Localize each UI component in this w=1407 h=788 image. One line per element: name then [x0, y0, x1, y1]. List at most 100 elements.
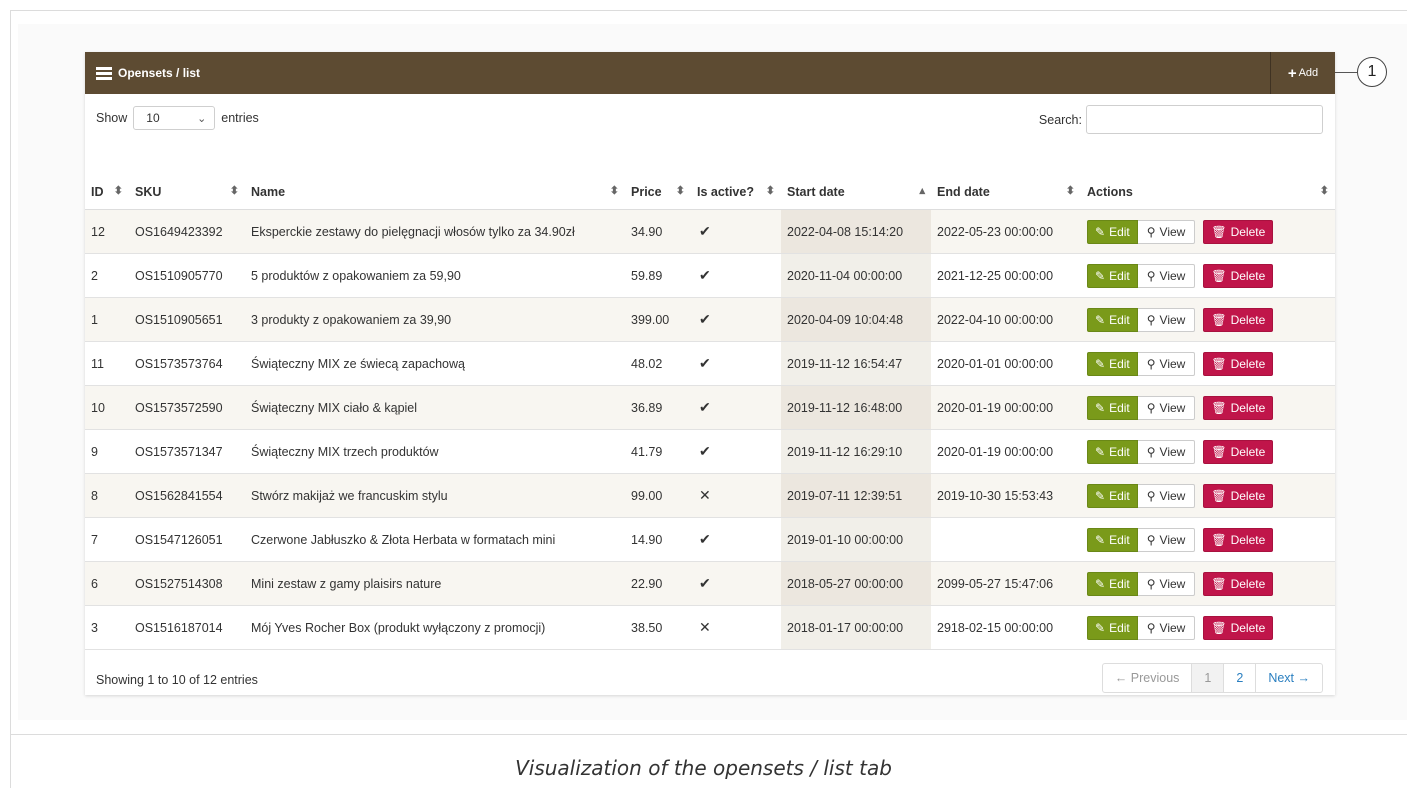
actions-cell: ✎ Edit ⚲ View 🗑 Delete — [1081, 429, 1335, 474]
view-button[interactable]: ⚲ View — [1137, 219, 1196, 244]
search-input[interactable] — [1086, 105, 1323, 134]
id-cell: 3 — [85, 605, 129, 650]
delete-button[interactable]: 🗑 Delete — [1203, 351, 1274, 376]
price-cell: 38.50 — [625, 605, 691, 650]
id-cell: 1 — [85, 297, 129, 342]
view-button[interactable]: ⚲ View — [1137, 439, 1196, 464]
trash-icon: 🗑 — [1211, 312, 1227, 327]
add-button[interactable]: + Add — [1270, 52, 1335, 94]
col-is-active-header[interactable]: Is active? ⬍ — [691, 174, 781, 210]
id-cell: 9 — [85, 429, 129, 474]
delete-button[interactable]: 🗑 Delete — [1203, 527, 1274, 552]
sort-icon: ⬍ — [609, 185, 619, 197]
delete-button[interactable]: 🗑 Delete — [1203, 571, 1274, 596]
col-sku-header[interactable]: SKU ⬍ — [129, 174, 245, 210]
delete-button[interactable]: 🗑 Delete — [1203, 615, 1274, 640]
table-row: 1 OS1510905651 3 produkty z opakowaniem za… — [85, 297, 1335, 342]
price-cell: 41.79 — [625, 429, 691, 474]
view-label: View — [1159, 620, 1186, 635]
sort-asc-icon: ▴ — [919, 185, 925, 197]
edit-button[interactable]: ✎ Edit — [1087, 263, 1138, 288]
start-date-cell: 2019-07-11 12:39:51 — [781, 473, 931, 518]
edit-button[interactable]: ✎ Edit — [1087, 439, 1138, 464]
actions-cell: ✎ Edit ⚲ View 🗑 Delete — [1081, 209, 1335, 254]
page-1-button[interactable]: 1 — [1191, 664, 1224, 692]
view-label: View — [1159, 268, 1186, 283]
start-date-cell: 2018-05-27 00:00:00 — [781, 561, 931, 606]
table-row: 7 OS1547126051 Czerwone Jabłuszko & Złota … — [85, 517, 1335, 562]
show-entries: Show 10 ⌄ entries — [96, 106, 259, 130]
view-button[interactable]: ⚲ View — [1137, 263, 1196, 288]
delete-button[interactable]: 🗑 Delete — [1203, 395, 1274, 420]
view-button[interactable]: ⚲ View — [1137, 571, 1196, 596]
panel-header: Opensets / list + Add — [85, 52, 1335, 94]
page-2-button[interactable]: 2 — [1223, 664, 1255, 692]
edit-button[interactable]: ✎ Edit — [1087, 527, 1138, 552]
view-button[interactable]: ⚲ View — [1137, 395, 1196, 420]
end-date-cell: 2021-12-25 00:00:00 — [931, 253, 1081, 298]
delete-label: Delete — [1230, 268, 1266, 283]
next-page-button[interactable]: Next → — [1255, 664, 1322, 692]
price-cell: 14.90 — [625, 517, 691, 562]
delete-label: Delete — [1230, 356, 1266, 371]
is-active-cell: ✔ — [691, 385, 781, 430]
col-name-label: Name — [251, 184, 286, 199]
actions-cell: ✎ Edit ⚲ View 🗑 Delete — [1081, 517, 1335, 562]
view-label: View — [1159, 312, 1186, 327]
name-cell: Mój Yves Rocher Box (produkt wyłączony z… — [245, 605, 625, 650]
col-name-header[interactable]: Name ⬍ — [245, 174, 625, 210]
delete-button[interactable]: 🗑 Delete — [1203, 439, 1274, 464]
delete-label: Delete — [1230, 488, 1266, 503]
edit-button[interactable]: ✎ Edit — [1087, 483, 1138, 508]
edit-button[interactable]: ✎ Edit — [1087, 307, 1138, 332]
table-row: 10 OS1573572590 Świąteczny MIX ciało & kąp… — [85, 385, 1335, 430]
pencil-icon: ✎ — [1095, 576, 1106, 591]
sort-icon: ⬍ — [1319, 185, 1329, 197]
price-cell: 399.00 — [625, 297, 691, 342]
delete-button[interactable]: 🗑 Delete — [1203, 483, 1274, 508]
col-start-date-header[interactable]: Start date ▴ — [781, 174, 931, 210]
price-cell: 99.00 — [625, 473, 691, 518]
delete-label: Delete — [1230, 400, 1266, 415]
col-id-label: ID — [91, 184, 104, 199]
col-price-header[interactable]: Price ⬍ — [625, 174, 691, 210]
panel-title: Opensets / list — [96, 66, 200, 80]
table-row: 3 OS1516187014 Mój Yves Rocher Box (produk… — [85, 605, 1335, 650]
sort-icon: ⬍ — [1065, 185, 1075, 197]
trash-icon: 🗑 — [1211, 268, 1227, 283]
view-button[interactable]: ⚲ View — [1137, 351, 1196, 376]
view-button[interactable]: ⚲ View — [1137, 527, 1196, 552]
sku-cell: OS1573572590 — [129, 385, 245, 430]
col-id-header[interactable]: ID ⬍ — [85, 174, 129, 210]
edit-button[interactable]: ✎ Edit — [1087, 351, 1138, 376]
actions-cell: ✎ Edit ⚲ View 🗑 Delete — [1081, 253, 1335, 298]
delete-button[interactable]: 🗑 Delete — [1203, 219, 1274, 244]
previous-page-button[interactable]: ← Previous — [1103, 664, 1192, 692]
edit-button[interactable]: ✎ Edit — [1087, 219, 1138, 244]
name-cell: Czerwone Jabłuszko & Złota Herbata w for… — [245, 517, 625, 562]
trash-icon: 🗑 — [1211, 400, 1227, 415]
edit-button[interactable]: ✎ Edit — [1087, 395, 1138, 420]
edit-button[interactable]: ✎ Edit — [1087, 615, 1138, 640]
edit-label: Edit — [1109, 268, 1130, 283]
start-date-cell: 2019-11-12 16:48:00 — [781, 385, 931, 430]
pagination: ← Previous 1 2 Next → — [1101, 663, 1323, 693]
edit-button[interactable]: ✎ Edit — [1087, 571, 1138, 596]
actions-cell: ✎ Edit ⚲ View 🗑 Delete — [1081, 605, 1335, 650]
table-header-row: ID ⬍ SKU ⬍ Name ⬍ Price ⬍ Is active? ⬍ Start date ▴… — [85, 174, 1335, 210]
entries-select[interactable]: 10 ⌄ — [133, 106, 216, 130]
delete-button[interactable]: 🗑 Delete — [1203, 263, 1274, 288]
col-actions-header[interactable]: Actions ⬍ — [1081, 174, 1335, 210]
view-button[interactable]: ⚲ View — [1137, 307, 1196, 332]
price-cell: 36.89 — [625, 385, 691, 430]
delete-button[interactable]: 🗑 Delete — [1203, 307, 1274, 332]
pencil-icon: ✎ — [1095, 400, 1106, 415]
col-end-date-header[interactable]: End date ⬍ — [931, 174, 1081, 210]
view-button[interactable]: ⚲ View — [1137, 483, 1196, 508]
pencil-icon: ✎ — [1095, 312, 1106, 327]
end-date-cell: 2022-04-10 00:00:00 — [931, 297, 1081, 342]
view-button[interactable]: ⚲ View — [1137, 615, 1196, 640]
sort-icon: ⬍ — [229, 185, 239, 197]
magnifier-icon: ⚲ — [1146, 532, 1156, 547]
pencil-icon: ✎ — [1095, 268, 1106, 283]
